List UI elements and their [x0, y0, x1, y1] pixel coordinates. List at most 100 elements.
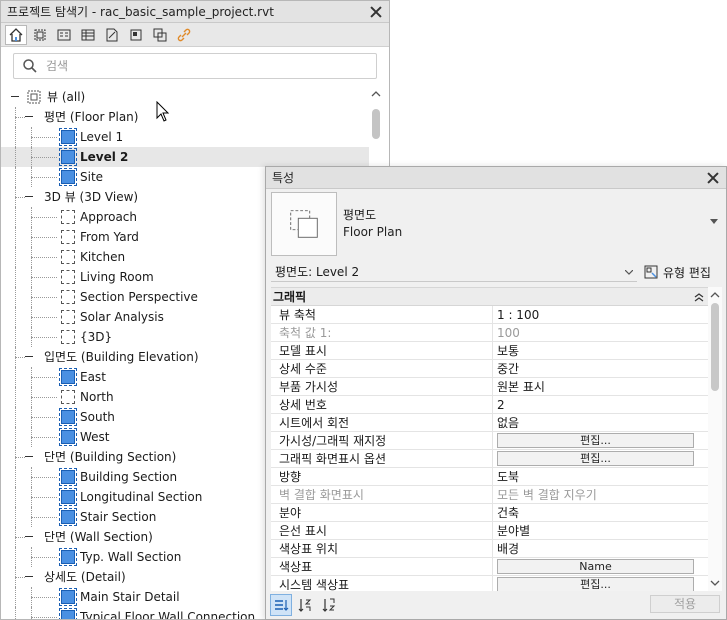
property-name: 부품 가시성: [271, 378, 493, 395]
sort-descending-icon: [322, 598, 336, 612]
property-value[interactable]: 분야별: [493, 522, 708, 539]
property-value[interactable]: 2: [493, 396, 708, 413]
property-edit-button[interactable]: 편집...: [497, 451, 694, 466]
collapse-icon[interactable]: [25, 456, 33, 457]
property-value[interactable]: 1 : 100: [493, 306, 708, 323]
views-button[interactable]: [29, 25, 51, 45]
project-browser-toolbar: [1, 23, 389, 47]
view-icon: [61, 390, 75, 404]
scrollbar-thumb[interactable]: [711, 303, 719, 391]
chevron-down-icon[interactable]: [710, 219, 718, 224]
collapse-icon[interactable]: [694, 292, 704, 302]
tree-guide: [31, 297, 57, 298]
collapse-icon[interactable]: [11, 96, 19, 97]
group-header-graphics[interactable]: 그래픽: [271, 288, 708, 306]
tree-item-label: Level 2: [80, 150, 129, 164]
schedule-icon: [81, 29, 95, 40]
collapse-icon[interactable]: [25, 356, 33, 357]
tree-item-label: 평면 (Floor Plan): [44, 110, 139, 124]
property-row: 은선 표시 분야별: [271, 522, 708, 540]
property-value[interactable]: 원본 표시: [493, 378, 708, 395]
property-edit-button[interactable]: Name: [497, 559, 694, 574]
plan-view-icon: [59, 468, 77, 486]
type-selector[interactable]: 평면도 Floor Plan: [271, 191, 722, 257]
property-value-cell: 편집...: [493, 450, 708, 467]
property-name: 축척 값 1:: [271, 324, 493, 341]
properties-panel: 특성 평면도 Floor Plan 평면도: Level 2 유형 편집 그래픽…: [265, 166, 727, 620]
tree-item-label: Longitudinal Section: [80, 490, 203, 504]
tree-item-label: 상세도 (Detail): [44, 570, 126, 584]
view-icon: [61, 330, 75, 344]
scroll-up-icon[interactable]: [371, 89, 381, 99]
property-value[interactable]: 중간: [493, 360, 708, 377]
tree-item-label: Main Stair Detail: [80, 590, 180, 604]
tree-guide: [15, 227, 16, 247]
home-views-button[interactable]: [5, 24, 27, 45]
property-name: 시스템 색상표: [271, 576, 493, 591]
plan-view-icon: [59, 368, 77, 386]
families-button[interactable]: [125, 25, 147, 45]
search-container: [1, 47, 389, 87]
instance-filter-dropdown[interactable]: 평면도: Level 2: [271, 262, 637, 282]
search-input[interactable]: [44, 58, 376, 74]
legends-button[interactable]: [53, 25, 75, 45]
categorized-sort-button[interactable]: [270, 594, 292, 616]
tree-item-label: Solar Analysis: [80, 310, 164, 324]
project-browser-titlebar[interactable]: 프로젝트 탐색기 - rac_basic_sample_project.rvt: [1, 1, 389, 23]
tree-item-label: {3D}: [80, 330, 113, 344]
tree-guide: [15, 117, 25, 118]
property-value[interactable]: 보통: [493, 342, 708, 359]
sheets-button[interactable]: [101, 25, 123, 45]
tree-item-label: Stair Section: [80, 510, 157, 524]
sort-descending-button[interactable]: [318, 594, 340, 616]
scroll-down-icon[interactable]: [710, 579, 720, 587]
schedules-button[interactable]: [77, 25, 99, 45]
tree-item-fp1[interactable]: Level 1: [1, 127, 369, 147]
tree-guide: [31, 557, 57, 558]
properties-titlebar[interactable]: 특성: [266, 167, 726, 189]
apply-button[interactable]: 적용: [650, 595, 720, 613]
scrollbar-thumb[interactable]: [372, 109, 380, 139]
tree-guide: [31, 417, 57, 418]
tree-guide: [31, 317, 57, 318]
scroll-up-icon[interactable]: [710, 291, 720, 299]
search-box[interactable]: [13, 53, 377, 79]
groups-button[interactable]: [149, 25, 171, 45]
property-row: 색상표 Name: [271, 558, 708, 576]
project-browser-title: 프로젝트 탐색기 - rac_basic_sample_project.rvt: [7, 5, 274, 19]
tree-guide: [15, 307, 16, 327]
plan-view-icon: [59, 428, 77, 446]
plan-view-icon: [59, 508, 77, 526]
property-value[interactable]: 배경: [493, 540, 708, 557]
property-value[interactable]: 없음: [493, 414, 708, 431]
tree-group-views[interactable]: 뷰 (all): [1, 87, 369, 107]
tree-guide: [15, 467, 16, 487]
property-edit-button[interactable]: 편집...: [497, 577, 694, 591]
collapse-icon[interactable]: [25, 576, 33, 577]
plan-view-icon: [59, 128, 77, 146]
revit-links-button[interactable]: [173, 25, 195, 45]
edit-type-label: 유형 편집: [663, 265, 711, 280]
tree-item-label: East: [80, 370, 106, 384]
property-edit-button[interactable]: 편집...: [497, 433, 694, 448]
edit-type-icon: [644, 265, 658, 279]
tree-item-label: From Yard: [80, 230, 139, 244]
property-row: 뷰 축척 1 : 100: [271, 306, 708, 324]
sort-ascending-button[interactable]: [294, 594, 316, 616]
property-value[interactable]: 건축: [493, 504, 708, 521]
close-icon[interactable]: [369, 5, 383, 19]
property-value[interactable]: 도북: [493, 468, 708, 485]
property-name: 벽 결합 화면표시: [271, 486, 493, 503]
plan-view-icon: [59, 608, 77, 619]
tree-item-fp2[interactable]: Level 2: [1, 147, 369, 167]
properties-scrollbar[interactable]: [708, 287, 722, 591]
edit-type-button[interactable]: 유형 편집: [643, 264, 711, 281]
property-name: 모델 표시: [271, 342, 493, 359]
mouse-cursor-icon: [156, 101, 170, 122]
close-icon[interactable]: [706, 171, 720, 185]
collapse-icon[interactable]: [25, 536, 33, 537]
tree-group-fp[interactable]: 평면 (Floor Plan): [1, 107, 369, 127]
collapse-icon[interactable]: [25, 116, 33, 117]
tree-item-label: 단면 (Building Section): [44, 450, 177, 464]
collapse-icon[interactable]: [25, 196, 33, 197]
